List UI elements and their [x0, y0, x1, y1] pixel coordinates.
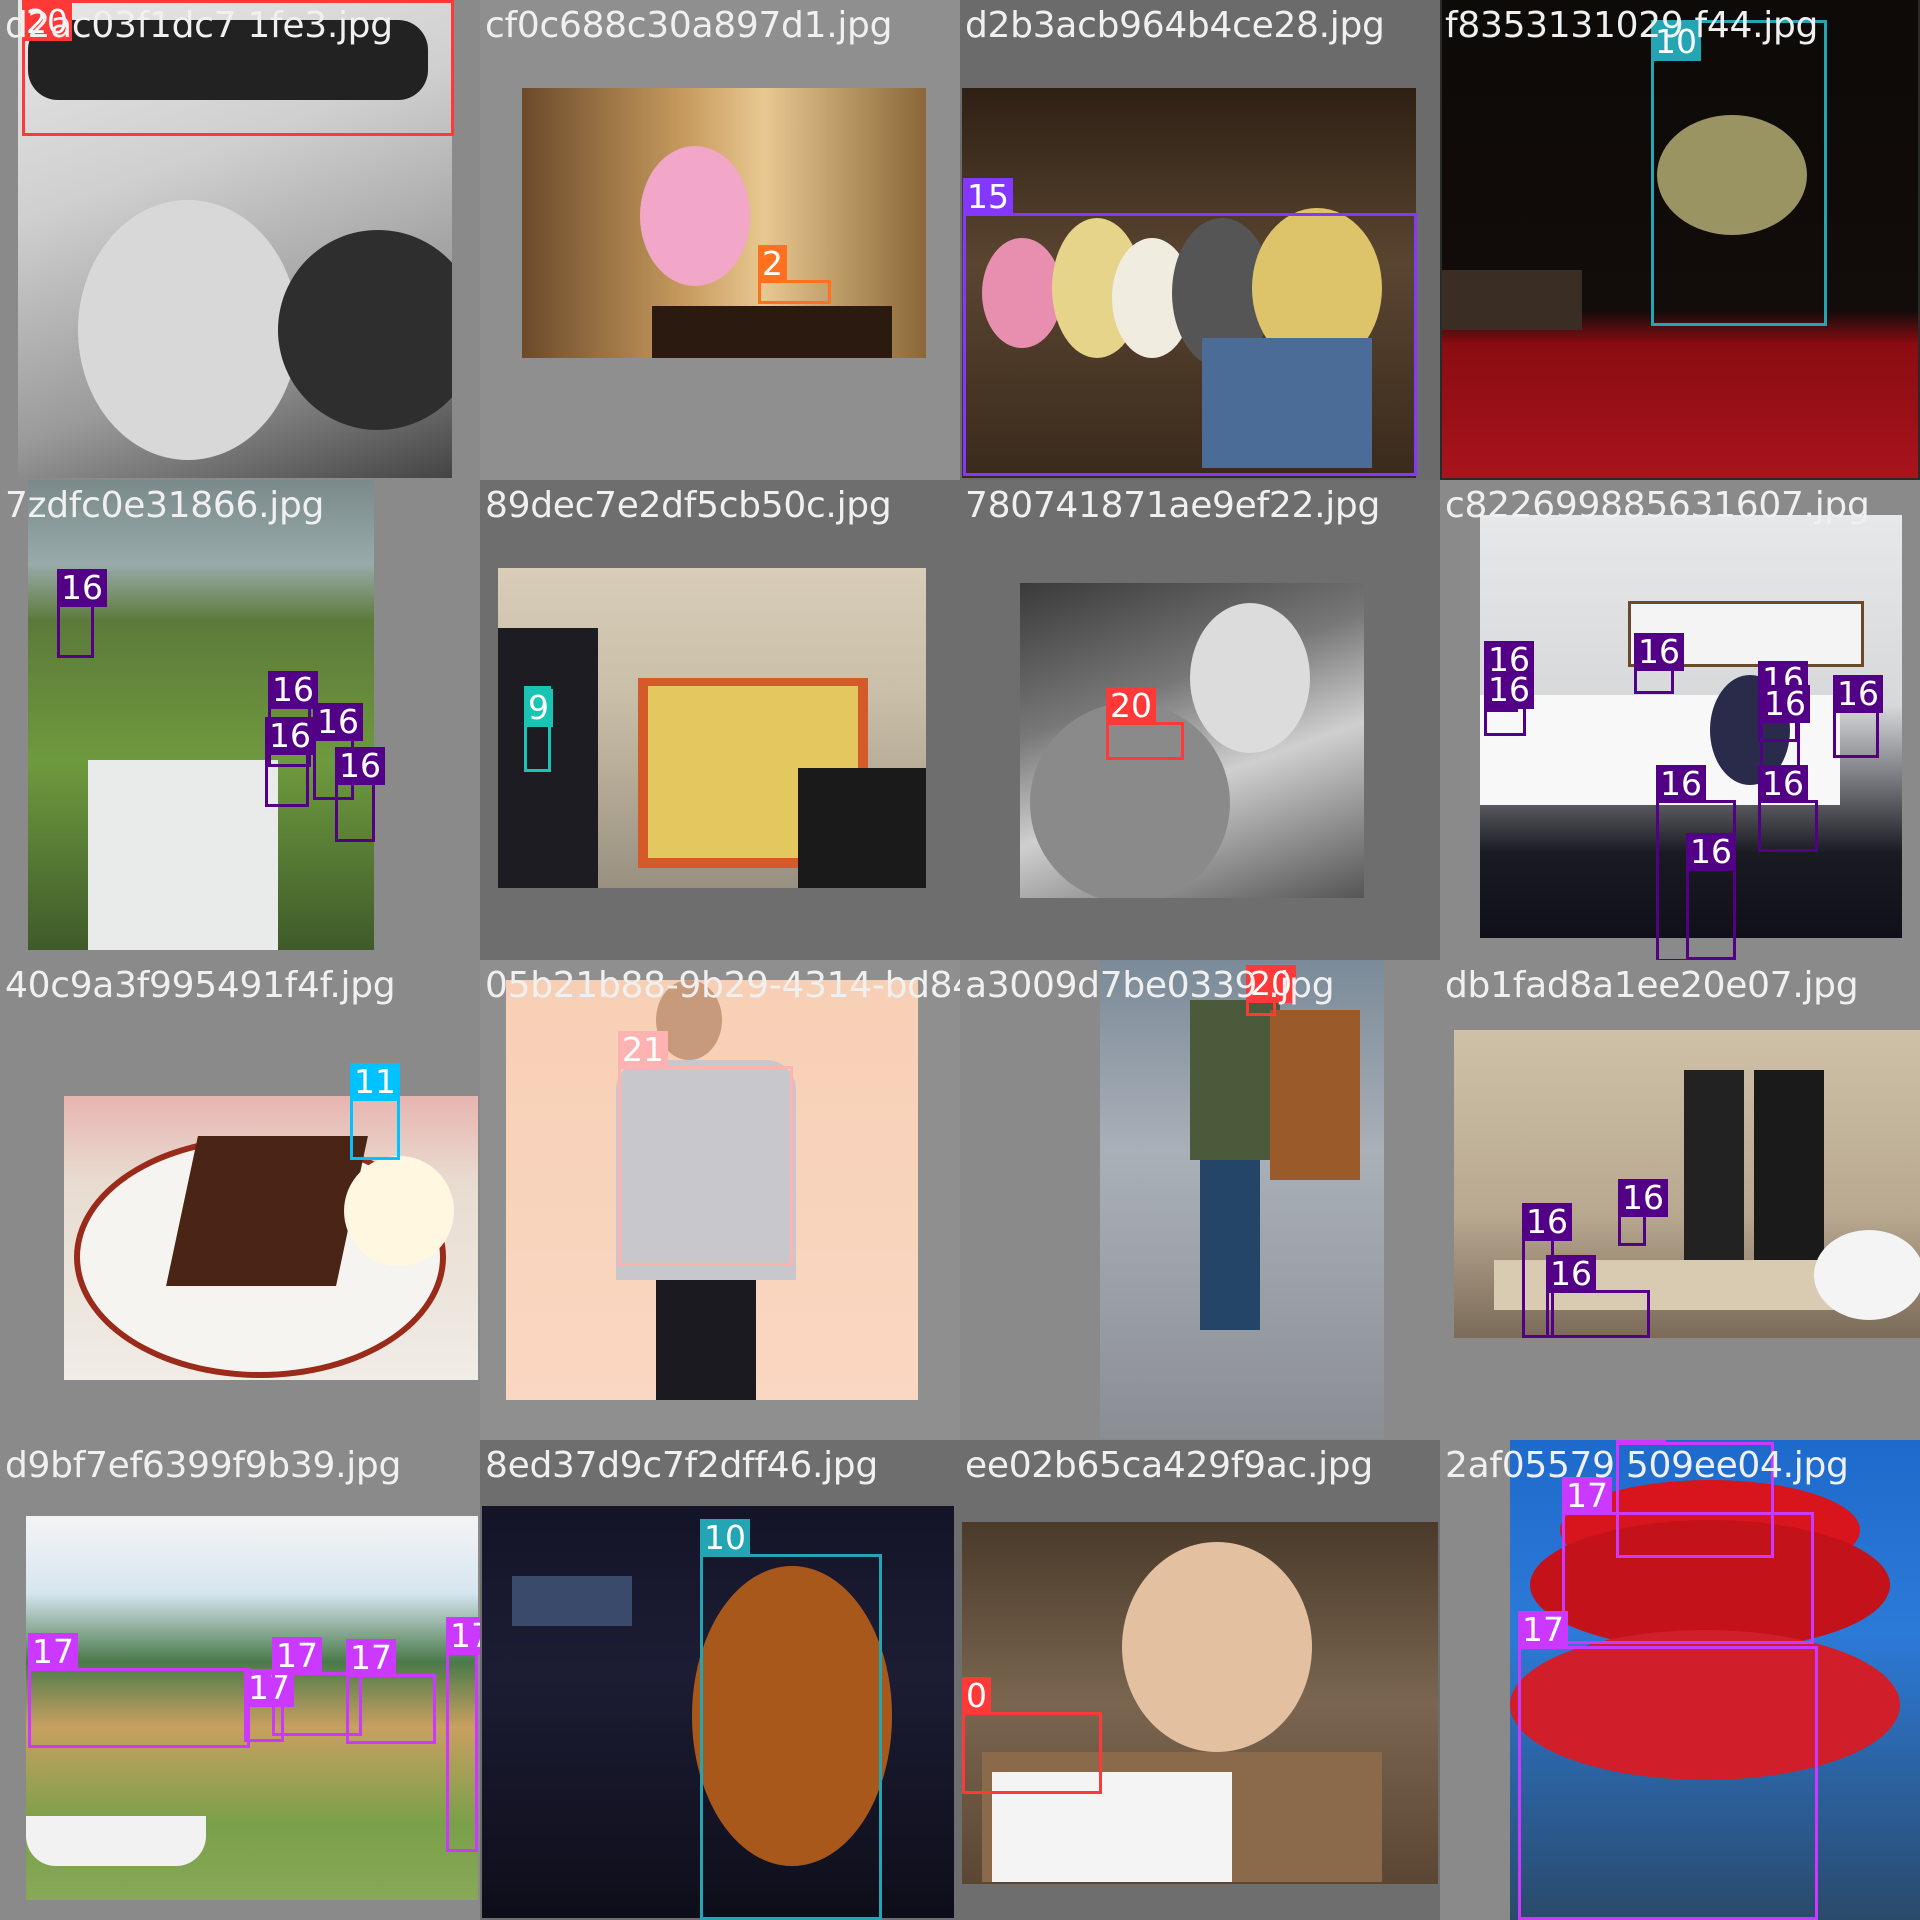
image-tile: a3009d7be0339 .jpg 20 — [960, 960, 1440, 1440]
tile-filename: 40c9a3f995491f4f.jpg — [5, 965, 396, 1006]
bbox-class-label: 16 — [1522, 1203, 1572, 1241]
bbox-class-label: 16 — [1634, 633, 1684, 671]
bbox: 16 — [1833, 675, 1883, 758]
tile-filename: ee02b65ca429f9ac.jpg — [965, 1445, 1373, 1486]
bbox: 16 — [265, 717, 315, 807]
bbox-class-label: 16 — [335, 747, 385, 785]
tile-filename: d2ac03f1dc7 1fe3.jpg — [5, 5, 393, 46]
bbox-class-label: 16 — [1546, 1255, 1596, 1293]
bbox: 16 — [1484, 671, 1534, 736]
bbox: 17 — [28, 1633, 250, 1748]
bbox: 11 — [350, 1063, 400, 1160]
bbox-class-label: 16 — [1833, 675, 1883, 713]
bbox-class-label: 11 — [350, 1063, 400, 1101]
tile-filename: d9bf7ef6399f9b39.jpg — [5, 1445, 402, 1486]
bbox-class-label: 16 — [57, 569, 107, 607]
bbox: 20 — [1106, 687, 1184, 760]
bbox: 16 — [335, 747, 385, 842]
bbox: 17 — [1518, 1611, 1818, 1920]
bbox-class-label: 16 — [1686, 833, 1736, 871]
image-tile: f8353131029 f44.jpg 10 — [1440, 0, 1920, 480]
bbox: 15 — [963, 178, 1417, 476]
image-tile: ee02b65ca429f9ac.jpg 0 — [960, 1440, 1440, 1920]
tile-filename: 2af05579 509ee04.jpg — [1445, 1445, 1849, 1486]
bbox-class-label: 20 — [1106, 687, 1156, 725]
bbox-class-label: 17 — [272, 1637, 322, 1675]
tile-photo — [522, 88, 926, 358]
bbox: 16 — [1634, 633, 1684, 694]
tile-filename: f8353131029 f44.jpg — [1445, 5, 1819, 46]
bbox: 0 — [962, 1677, 1102, 1794]
bbox-class-label: 10 — [700, 1519, 750, 1557]
bbox-class-label: 17 — [1518, 1611, 1568, 1649]
bbox: 10 — [1651, 20, 1827, 326]
bbox-class-label: 17 — [346, 1639, 396, 1677]
image-tile: cf0c688c30a897d1.jpg 2 — [480, 0, 960, 480]
bbox: 17 — [346, 1639, 436, 1744]
mosaic-grid: d2ac03f1dc7 1fe3.jpg 20 cf0c688c30a897d1… — [0, 0, 1920, 1920]
tile-filename: 780741871ae9ef22.jpg — [965, 485, 1381, 526]
image-tile: c822699885631607.jpg 16 16 16 16 16 16 1… — [1440, 480, 1920, 960]
bbox-class-label: 17 — [446, 1617, 480, 1655]
bbox-class-label: 16 — [1484, 671, 1534, 709]
tile-filename: d2b3acb964b4ce28.jpg — [965, 5, 1385, 46]
image-tile: 7zdfc0e31866.jpg 16 16 16 16 16 — [0, 480, 480, 960]
image-tile: 2af05579 509ee04.jpg 17 17 17 — [1440, 1440, 1920, 1920]
bbox: 21 — [618, 1031, 793, 1266]
bbox-class-label: 21 — [618, 1031, 668, 1069]
bbox-class-label: 16 — [1618, 1179, 1668, 1217]
bbox-class-label: 16 — [1656, 765, 1706, 803]
bbox-class-label: 16 — [1758, 765, 1808, 803]
tile-filename: cf0c688c30a897d1.jpg — [485, 5, 893, 46]
image-tile: d2b3acb964b4ce28.jpg 15 — [960, 0, 1440, 480]
bbox: 16 — [1758, 765, 1818, 852]
bbox-class-label: 9 — [524, 689, 553, 727]
bbox-class-label: 16 — [313, 703, 363, 741]
tile-filename: 89dec7e2df5cb50c.jpg — [485, 485, 892, 526]
tile-photo — [1020, 583, 1364, 898]
bbox: 17 — [1562, 1477, 1814, 1644]
bbox-class-label: 0 — [962, 1677, 991, 1715]
image-tile: 05b21b88-9b29-4314-bd84-7e80 21 — [480, 960, 960, 1440]
bbox: 10 — [700, 1519, 882, 1920]
image-tile: 780741871ae9ef22.jpg 20 — [960, 480, 1440, 960]
bbox: 16 — [57, 569, 107, 658]
bbox-class-label: 15 — [963, 178, 1013, 216]
bbox-class-label: 16 — [265, 717, 315, 755]
tile-filename: 7zdfc0e31866.jpg — [5, 485, 325, 526]
tile-photo — [498, 568, 926, 888]
tile-filename: 8ed37d9c7f2dff46.jpg — [485, 1445, 878, 1486]
bbox: 16 — [1546, 1255, 1650, 1338]
tile-photo — [1100, 960, 1384, 1438]
tile-filename: c822699885631607.jpg — [1445, 485, 1870, 526]
bbox-class-label: 2 — [758, 245, 787, 283]
tile-photo — [962, 1522, 1438, 1884]
bbox-class-label: 16 — [1760, 685, 1810, 723]
bbox: 9 — [524, 686, 553, 772]
tile-photo — [64, 1096, 478, 1380]
bbox-class-label: 17 — [28, 1633, 78, 1671]
bbox: 2 — [758, 245, 831, 304]
bbox: 16 — [1686, 833, 1736, 960]
bbox: 16 — [1618, 1179, 1668, 1246]
image-tile: 8ed37d9c7f2dff46.jpg 10 — [480, 1440, 960, 1920]
tile-filename: a3009d7be0339 .jpg — [965, 965, 1335, 1006]
image-tile: 89dec7e2df5cb50c.jpg 9 — [480, 480, 960, 960]
image-tile: d9bf7ef6399f9b39.jpg 17 17 17 17 17 — [0, 1440, 480, 1920]
image-tile: 40c9a3f995491f4f.jpg 11 — [0, 960, 480, 1440]
image-tile: d2ac03f1dc7 1fe3.jpg 20 — [0, 0, 480, 480]
tile-filename: db1fad8a1ee20e07.jpg — [1445, 965, 1859, 1006]
image-tile: db1fad8a1ee20e07.jpg 16 16 16 — [1440, 960, 1920, 1440]
bbox: 17 — [446, 1617, 480, 1852]
bbox-class-label: 16 — [268, 671, 318, 709]
bbox: 16 — [1760, 685, 1810, 770]
tile-filename: 05b21b88-9b29-4314-bd84-7e80 — [485, 965, 960, 1006]
